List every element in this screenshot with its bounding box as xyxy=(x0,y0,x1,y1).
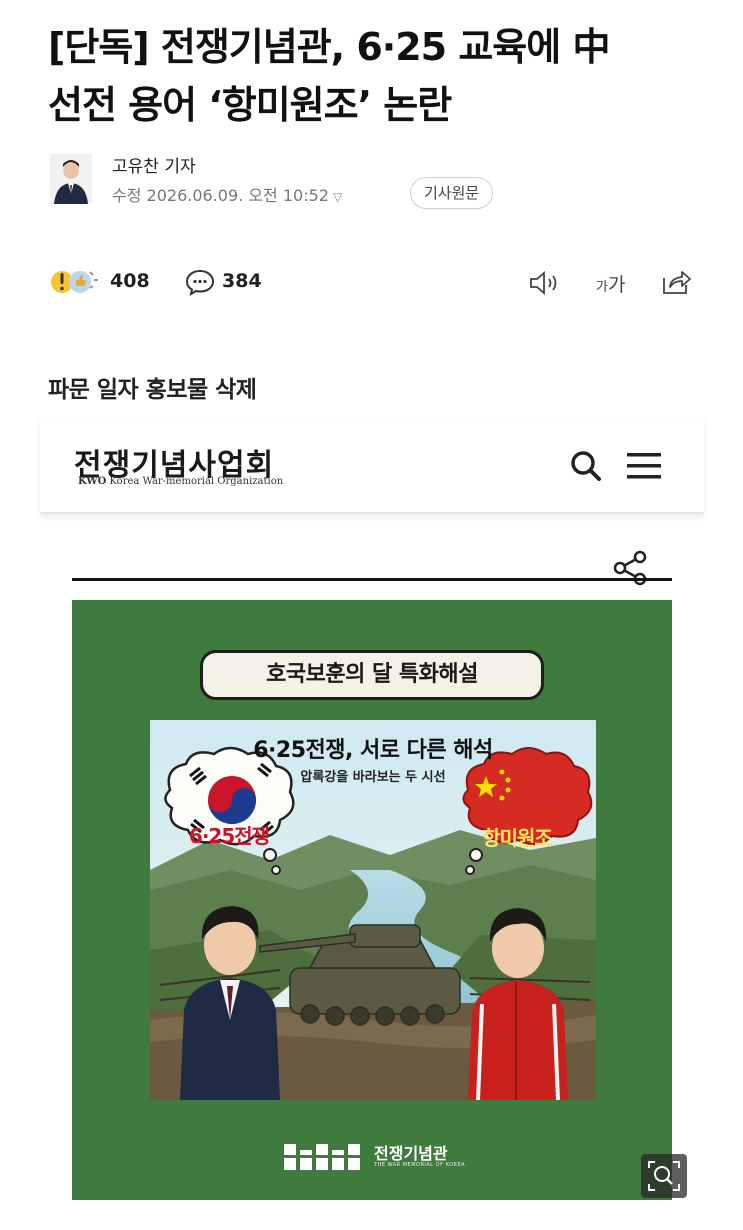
comment-count: 384 xyxy=(222,270,262,292)
zoom-icon xyxy=(648,1161,680,1191)
site-header: 전쟁기념사업회 KWO Korea War-memorial Organizat… xyxy=(40,418,704,514)
poster-heading-pill: 호국보훈의 달 특화해설 xyxy=(200,650,544,700)
share-icon[interactable] xyxy=(660,268,692,296)
chevron-down-icon[interactable]: ▽ xyxy=(333,190,342,204)
original-article-button[interactable]: 기사원문 xyxy=(410,177,494,209)
site-logo-english: Korea War-memorial Organization xyxy=(109,476,284,487)
poster-title: 6·25전쟁, 서로 다른 해석 xyxy=(253,738,493,763)
poster-subtitle: 압록강을 바라보는 두 시선 xyxy=(300,770,446,785)
bubble-right-text: 항미원조 xyxy=(482,826,553,850)
reaction-icon[interactable] xyxy=(50,266,106,298)
search-icon xyxy=(571,451,601,481)
poster-logo-subtitle: THE WAR MEMORIAL OF KOREA xyxy=(374,1162,466,1168)
war-memorial-logo-icon xyxy=(284,1144,360,1170)
subheading: 파문 일자 홍보물 삭제 xyxy=(48,377,257,403)
embedded-screenshot: 전쟁기념사업회 KWO Korea War-memorial Organizat… xyxy=(40,418,704,1230)
menu-icon xyxy=(627,453,661,479)
share-icon xyxy=(613,550,647,586)
comment-icon[interactable] xyxy=(185,268,215,296)
zoom-button[interactable] xyxy=(641,1154,687,1198)
font-size-small-label: 가 xyxy=(596,280,608,295)
avatar[interactable] xyxy=(50,154,92,204)
bubble-left-text: 6·25전쟁 xyxy=(188,824,270,848)
promo-poster: 호국보훈의 달 특화해설 6·25전쟁, 서로 다른 해석 압록강을 바라보는 … xyxy=(72,600,672,1200)
site-logo-subtitle: KWO Korea War-memorial Organization xyxy=(78,476,283,487)
reaction-count: 408 xyxy=(110,270,150,292)
byline: 고유찬 기자 수정 2026.06.09. 오전 10:52 ▽ 기사원문 xyxy=(50,152,570,212)
headline-line-2: 선전 용어 ‘항미원조’ 논란 xyxy=(48,83,452,127)
timestamp[interactable]: 수정 2026.06.09. 오전 10:52 ▽ xyxy=(112,182,342,206)
poster-logo-text: 전쟁기념관 xyxy=(374,1144,448,1163)
site-logo-abbr: KWO xyxy=(78,476,107,487)
speaker-icon[interactable] xyxy=(528,270,562,296)
action-bar: 408 384 가가 xyxy=(50,262,700,302)
font-size-button[interactable]: 가가 xyxy=(596,270,625,297)
article-headline: [단독] 전쟁기념관, 6·25 교육에 中 선전 용어 ‘항미원조’ 논란 xyxy=(48,18,708,134)
timestamp-text: 수정 2026.06.09. 오전 10:52 xyxy=(112,186,329,205)
font-size-large-label: 가 xyxy=(607,274,626,296)
headline-line-1: [단독] 전쟁기념관, 6·25 교육에 中 xyxy=(48,25,610,69)
reporter-name[interactable]: 고유찬 기자 xyxy=(112,152,196,177)
divider xyxy=(72,578,672,581)
